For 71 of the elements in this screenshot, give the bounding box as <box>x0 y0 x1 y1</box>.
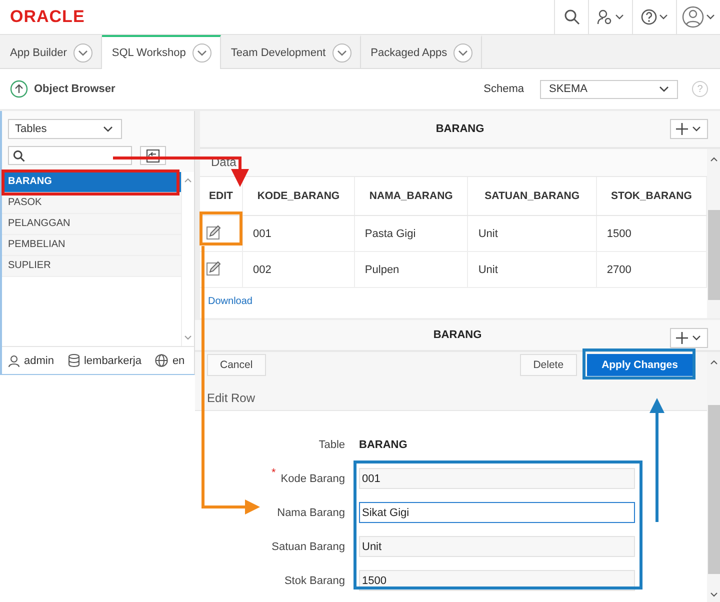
column-header: SATUAN_BARANG <box>468 177 596 216</box>
table-list-item[interactable]: PELANGGAN <box>2 214 181 235</box>
field-label-text: Nama Barang <box>277 506 345 518</box>
table-cell: Pulpen <box>354 252 468 288</box>
edit-icon[interactable] <box>206 260 222 276</box>
caret-icon <box>659 86 669 92</box>
scroll-down-icon <box>710 592 718 597</box>
table-list-item[interactable]: SUPLIER <box>2 256 181 277</box>
column-header: NAMA_BARANG <box>354 177 468 216</box>
chevron-circle-icon <box>72 42 93 62</box>
add-menu-button[interactable] <box>670 328 708 348</box>
table-cell: Unit <box>468 252 596 288</box>
action-button[interactable]: Delete <box>520 354 577 376</box>
object-type-select[interactable]: Tables <box>8 119 122 139</box>
input-field[interactable]: Sikat Gigi <box>359 502 635 523</box>
footer-label[interactable]: admin <box>24 354 54 366</box>
table-list-item[interactable]: BARANG <box>2 172 181 193</box>
oracle-logo[interactable]: ORACLE <box>10 7 85 27</box>
field-label-text: Kode Barang <box>280 472 345 484</box>
scroll-up-icon <box>710 157 718 162</box>
avatar-icon <box>682 6 716 28</box>
footer-label[interactable]: lembarkerja <box>84 354 142 366</box>
field-label: Table <box>318 438 345 450</box>
scrollbar[interactable] <box>707 352 720 602</box>
field-label-text: Satuan Barang <box>272 540 345 552</box>
page-title: Object Browser <box>34 83 116 95</box>
scroll-down-icon <box>184 335 192 340</box>
database-icon <box>68 354 80 367</box>
search-icon <box>564 9 580 25</box>
scrollbar[interactable] <box>707 149 720 318</box>
action-button[interactable]: Cancel <box>207 354 266 376</box>
footer-label[interactable]: en <box>172 354 185 366</box>
scrollbar[interactable] <box>181 172 194 346</box>
plus-caret-icon <box>676 123 702 135</box>
search-icon <box>13 150 25 162</box>
scroll-up-icon <box>184 178 192 183</box>
column-header: KODE_BARANG <box>242 177 354 216</box>
chevron-circle-icon <box>192 43 212 63</box>
schema-select[interactable]: SKEMA <box>540 80 678 98</box>
add-menu-button[interactable] <box>670 119 708 139</box>
panel-title: BARANG <box>436 123 484 135</box>
section-title: Edit Row <box>195 378 707 411</box>
globe-icon <box>155 354 168 367</box>
up-arrow-circle-icon[interactable] <box>10 80 28 98</box>
highlight-box <box>200 212 242 246</box>
download-link[interactable]: Download <box>208 296 252 307</box>
chevron-circle-icon <box>332 42 352 62</box>
required-mark: * <box>272 466 276 478</box>
field-label-text: Stok Barang <box>284 574 345 586</box>
column-header: EDIT <box>200 177 242 216</box>
caret-icon <box>103 126 113 132</box>
search-field[interactable] <box>8 146 132 165</box>
table-cell: Pasta Gigi <box>354 216 468 252</box>
plus-caret-icon <box>676 332 702 344</box>
user-gear-icon <box>596 9 624 25</box>
table-list-item[interactable]: PEMBELIAN <box>2 235 181 256</box>
nav-tab[interactable]: SQL Workshop <box>102 35 221 69</box>
input-field[interactable]: 001 <box>359 468 635 489</box>
input-field[interactable]: Unit <box>359 536 635 557</box>
user-icon <box>8 354 20 366</box>
panel-title: BARANG <box>433 329 482 341</box>
apply-changes-button[interactable]: Apply Changes <box>586 354 693 376</box>
table-cell: 001 <box>242 216 354 252</box>
schema-label: Schema <box>484 83 524 95</box>
table-cell: Unit <box>468 216 596 252</box>
table-cell: 002 <box>242 252 354 288</box>
edit-icon[interactable] <box>206 224 222 240</box>
chevron-circle-icon <box>453 42 474 62</box>
scroll-up-icon <box>710 360 718 365</box>
table-name: BARANG <box>359 438 408 450</box>
help-icon <box>640 9 668 25</box>
